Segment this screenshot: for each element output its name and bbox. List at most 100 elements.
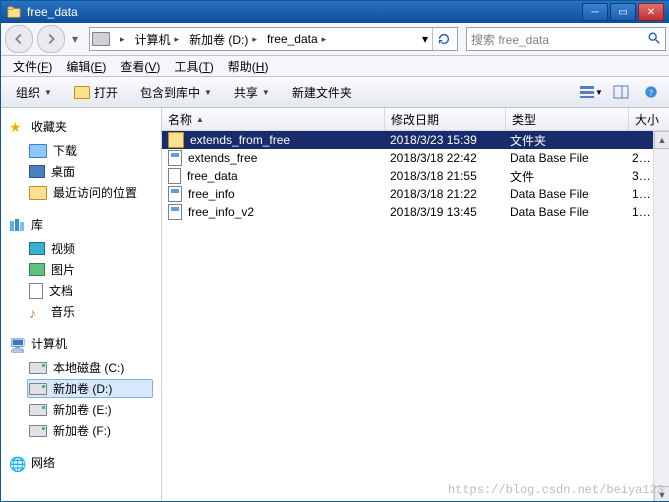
file-type: Data Base File [504, 205, 626, 219]
folder-icon [7, 5, 21, 19]
help-button[interactable]: ? [638, 80, 664, 104]
computer-icon: 🖥 [9, 337, 25, 351]
menu-tools[interactable]: 工具(T) [168, 56, 219, 77]
music-icon: ♪ [29, 305, 45, 319]
nav-drive-c[interactable]: 本地磁盘 (C:) [27, 358, 153, 377]
file-row[interactable]: free_info_v2 2018/3/19 13:45Data Base Fil… [162, 203, 669, 221]
share-button[interactable]: 共享 ▼ [225, 80, 279, 105]
breadcrumb-root[interactable]: ▸ [114, 28, 131, 50]
titlebar: free_data ─ ▭ ✕ [1, 1, 669, 23]
file-row[interactable]: free_data2018/3/18 21:55文件357,920,196 KB [162, 167, 669, 185]
file-date: 2018/3/19 13:45 [384, 205, 504, 219]
open-button[interactable]: 打开 [65, 80, 127, 105]
breadcrumb-computer[interactable]: 计算机▸ [131, 28, 186, 50]
menu-bar: 文件(F) 编辑(E) 查看(V) 工具(T) 帮助(H) [1, 56, 669, 77]
file-date: 2018/3/23 15:39 [384, 133, 504, 147]
scroll-up-button[interactable]: ▲ [654, 131, 669, 149]
maximize-button[interactable]: ▭ [610, 3, 636, 21]
file-name: extends_free [188, 151, 257, 165]
menu-edit[interactable]: 编辑(E) [60, 56, 112, 77]
file-list-pane: 名称▲ 修改日期 类型 大小 extends_from_free 2018/3/2… [162, 108, 669, 502]
column-name[interactable]: 名称▲ [162, 108, 385, 130]
column-type[interactable]: 类型 [506, 108, 629, 130]
drive-icon [92, 32, 110, 46]
refresh-button[interactable] [432, 28, 455, 50]
favorites-group[interactable]: ★收藏夹 [9, 118, 153, 135]
recent-icon [29, 186, 47, 200]
file-name: free_data [187, 169, 238, 183]
file-type: Data Base File [504, 187, 626, 201]
file-name: extends_from_free [190, 133, 290, 147]
nav-drive-e[interactable]: 新加卷 (E:) [27, 400, 153, 419]
network-group[interactable]: 🌐网络 [9, 454, 153, 471]
nav-downloads[interactable]: 下载 [27, 141, 153, 160]
nav-documents[interactable]: 文档 [27, 281, 153, 300]
back-button[interactable] [5, 25, 33, 53]
drive-icon [29, 404, 47, 416]
computer-group[interactable]: 🖥计算机 [9, 335, 153, 352]
drive-icon [29, 362, 47, 374]
search-input[interactable]: 搜索 free_data [466, 27, 666, 51]
newfolder-button[interactable]: 新建文件夹 [283, 80, 361, 105]
database-file-icon [168, 150, 182, 166]
star-icon: ★ [9, 120, 25, 134]
nav-drive-f[interactable]: 新加卷 (F:) [27, 421, 153, 440]
libraries-icon [9, 218, 25, 232]
downloads-icon [29, 144, 47, 158]
file-date: 2018/3/18 21:22 [384, 187, 504, 201]
database-file-icon [168, 186, 182, 202]
documents-icon [29, 283, 43, 299]
nav-desktop[interactable]: 桌面 [27, 162, 153, 181]
file-rows: extends_from_free2018/3/23 15:39文件夹exten… [162, 131, 669, 502]
window-controls: ─ ▭ ✕ [582, 3, 664, 21]
file-date: 2018/3/18 21:55 [384, 169, 504, 183]
file-row[interactable]: extends_free2018/3/18 22:42Data Base Fil… [162, 149, 669, 167]
column-headers: 名称▲ 修改日期 类型 大小 [162, 108, 669, 131]
nav-recent[interactable]: 最近访问的位置 [27, 183, 153, 202]
organize-button[interactable]: 组织 ▼ [7, 80, 61, 105]
breadcrumb-folder[interactable]: free_data▸ [263, 28, 332, 50]
navigation-bar: ▾ ▸ 计算机▸ 新加卷 (D:)▸ free_data▸ ▾ 搜索 free_… [1, 23, 669, 56]
address-dropdown[interactable]: ▾ [418, 32, 432, 46]
file-name: free_info [188, 187, 235, 201]
vertical-scrollbar[interactable]: ▲ ▼ [653, 131, 669, 502]
folder-icon [168, 132, 184, 148]
minimize-button[interactable]: ─ [582, 3, 608, 21]
close-button[interactable]: ✕ [638, 3, 664, 21]
svg-text:?: ? [649, 88, 653, 98]
file-type: 文件 [504, 168, 626, 185]
nav-videos[interactable]: 视频 [27, 239, 153, 258]
desktop-icon [29, 165, 45, 178]
database-file-icon [168, 204, 182, 220]
sort-asc-icon: ▲ [196, 115, 204, 124]
search-icon [647, 31, 661, 48]
file-date: 2018/3/18 22:42 [384, 151, 504, 165]
drive-icon [29, 383, 47, 395]
navigation-pane: ★收藏夹 下载 桌面 最近访问的位置 库 视频 图片 文档 ♪音乐 🖥计算机 本… [1, 108, 162, 502]
nav-drive-d[interactable]: 新加卷 (D:) [27, 379, 153, 398]
nav-music[interactable]: ♪音乐 [27, 302, 153, 321]
nav-pictures[interactable]: 图片 [27, 260, 153, 279]
pictures-icon [29, 263, 45, 276]
file-name: free_info_v2 [188, 205, 254, 219]
network-icon: 🌐 [9, 456, 25, 470]
view-mode-button[interactable]: ▼ [578, 80, 604, 104]
preview-pane-button[interactable] [608, 80, 634, 104]
forward-button[interactable] [37, 25, 65, 53]
file-type: 文件夹 [504, 132, 626, 149]
drive-icon [29, 425, 47, 437]
history-dropdown[interactable]: ▾ [69, 26, 81, 52]
column-date[interactable]: 修改日期 [385, 108, 506, 130]
address-bar[interactable]: ▸ 计算机▸ 新加卷 (D:)▸ free_data▸ ▾ [89, 27, 458, 51]
search-placeholder: 搜索 free_data [471, 31, 643, 48]
menu-file[interactable]: 文件(F) [7, 56, 58, 77]
file-row[interactable]: extends_from_free 2018/3/23 15:39文件夹 [162, 131, 669, 149]
include-button[interactable]: 包含到库中 ▼ [131, 80, 221, 105]
file-row[interactable]: free_info2018/3/18 21:22Data Base File14… [162, 185, 669, 203]
menu-help[interactable]: 帮助(H) [222, 56, 275, 77]
libraries-group[interactable]: 库 [9, 216, 153, 233]
videos-icon [29, 242, 45, 255]
breadcrumb-drive[interactable]: 新加卷 (D:)▸ [185, 28, 263, 50]
menu-view[interactable]: 查看(V) [114, 56, 166, 77]
column-size[interactable]: 大小 [629, 108, 669, 130]
